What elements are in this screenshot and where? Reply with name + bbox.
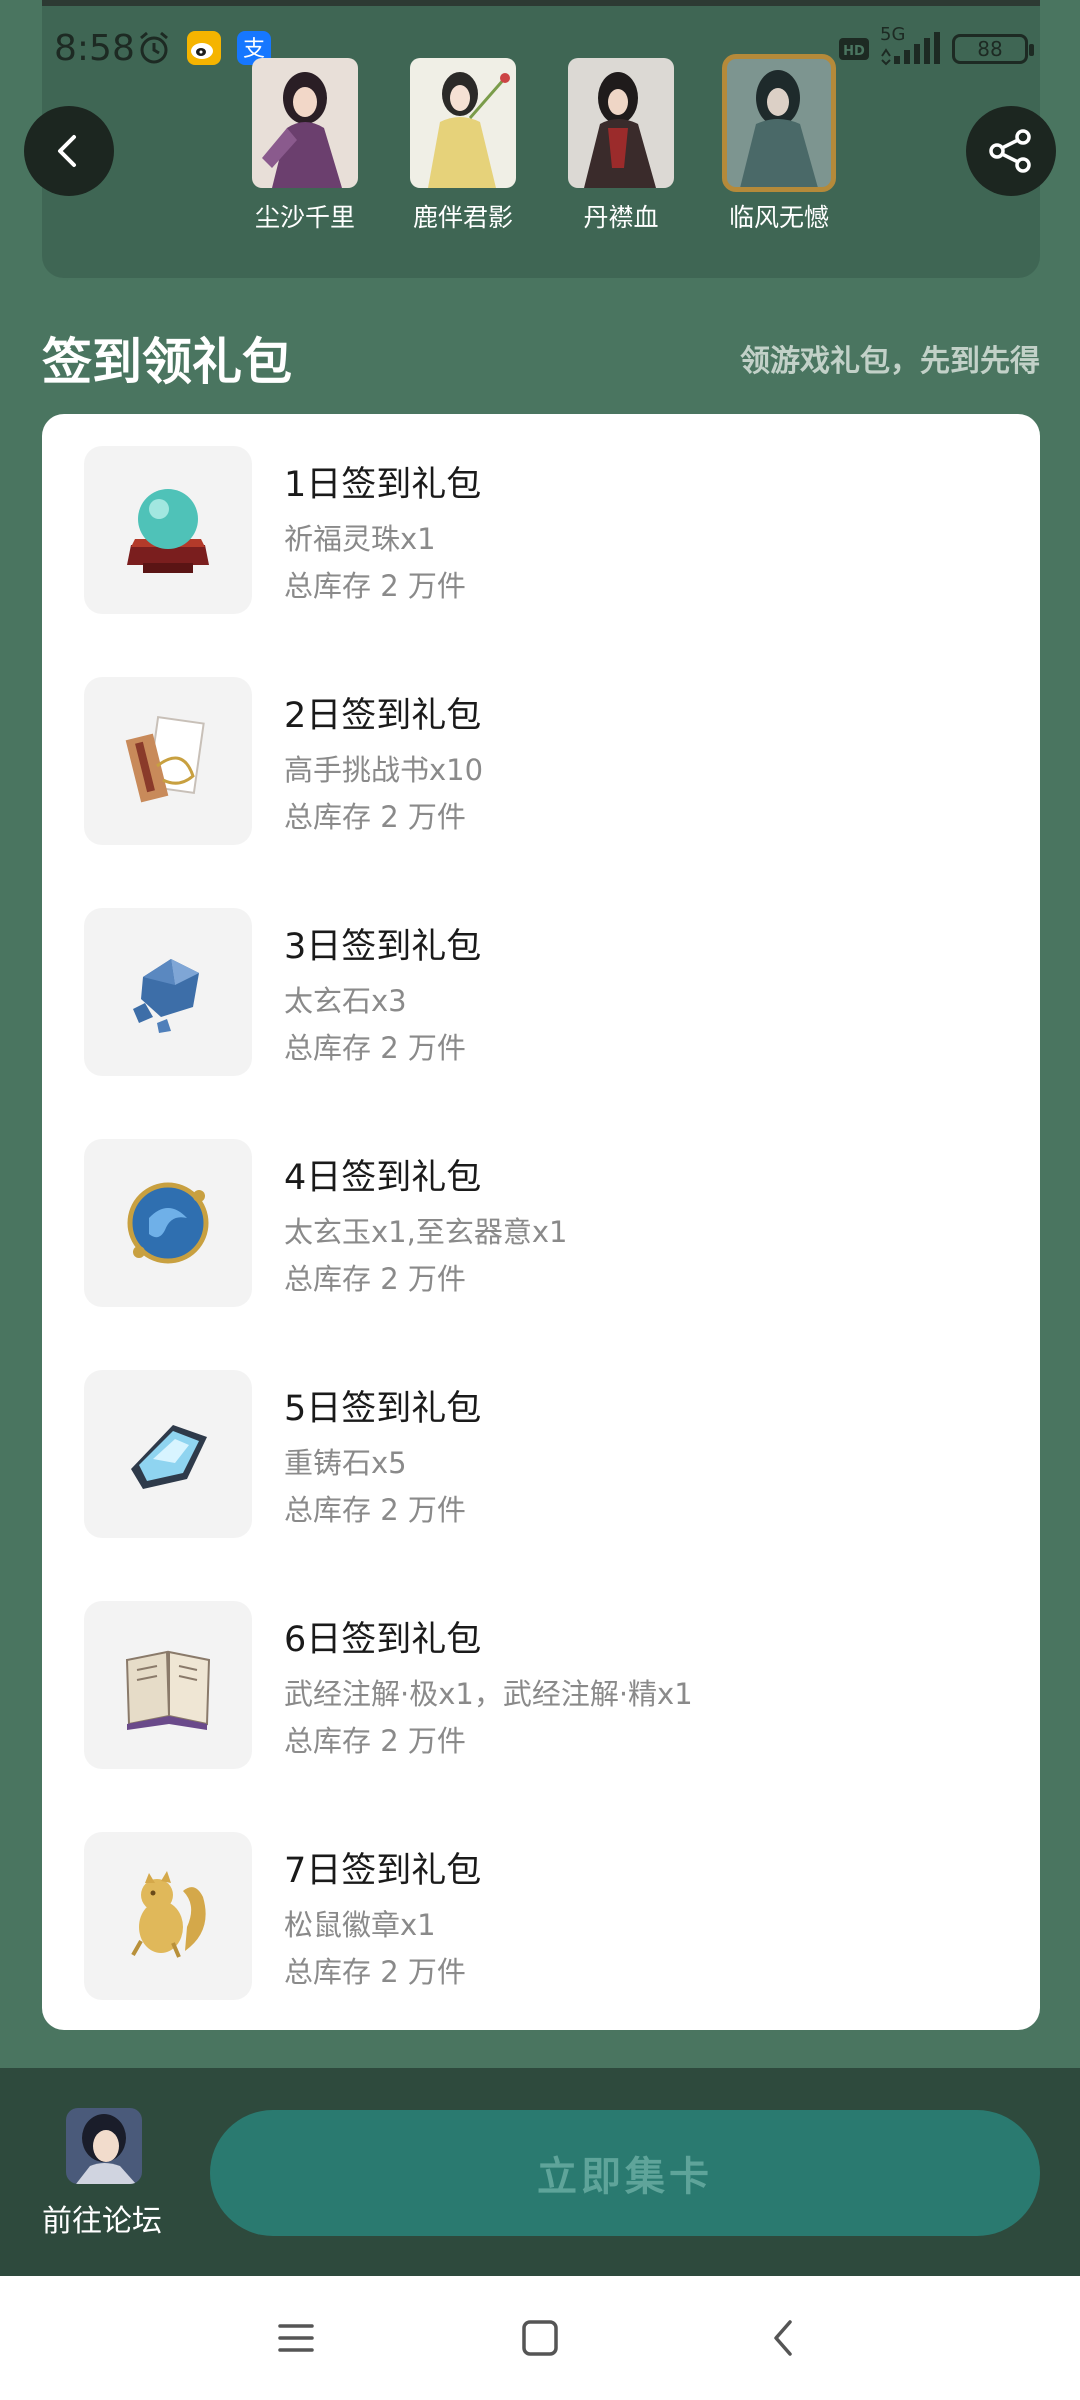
character-name: 丹襟血 [583,203,659,232]
character-portrait [410,58,516,188]
gift-item[interactable]: 5日签到礼包 重铸石x5 总库存 2 万件 [84,1370,1004,1540]
reforge-stone-icon [84,1370,252,1538]
gift-stock: 总库存 2 万件 [284,1955,466,1989]
forum-avatar[interactable] [66,2108,142,2184]
gift-stock: 总库存 2 万件 [284,1262,466,1296]
crystal-orb-icon [84,446,252,614]
gift-title: 7日签到礼包 [284,1851,482,1891]
character-portrait [252,58,358,188]
blue-stone-icon [84,908,252,1076]
gift-contents: 太玄石x3 [284,984,407,1018]
gift-item[interactable]: 7日签到礼包 松鼠徽章x1 总库存 2 万件 [84,1832,1004,2002]
collect-cards-button[interactable]: 立即集卡 [210,2110,1040,2236]
home-square-icon [522,2320,558,2356]
section-title: 签到领礼包 [42,333,292,391]
home-button[interactable] [518,2316,562,2360]
character-portrait [722,54,836,192]
character-tab-2[interactable]: 鹿伴君影 [410,58,516,234]
gift-stock: 总库存 2 万件 [284,1724,466,1758]
gift-contents: 高手挑战书x10 [284,753,484,787]
back-arrow-icon [774,2320,792,2356]
menu-button[interactable] [274,2316,318,2360]
battery-indicator: 88 [952,34,1034,64]
character-name: 临风无憾 [728,203,829,232]
gift-item[interactable]: 4日签到礼包 太玄玉x1,至玄器意x1 总库存 2 万件 [84,1139,1004,1309]
gift-stock: 总库存 2 万件 [284,1493,466,1527]
gift-item[interactable]: 3日签到礼包 太玄石x3 总库存 2 万件 [84,908,1004,1078]
back-button[interactable] [24,106,114,196]
gift-stock: 总库存 2 万件 [284,569,466,603]
status-time: 8:58 [54,28,135,69]
gift-contents: 祈福灵珠x1 [284,522,436,556]
gift-contents: 武经注解·极x1，武经注解·精x1 [284,1677,693,1711]
system-navigation-bar [0,2276,1080,2400]
forum-link[interactable]: 前往论坛 [42,2196,162,2240]
gift-contents: 重铸石x5 [284,1446,407,1480]
gift-item[interactable]: 6日签到礼包 武经注解·极x1，武经注解·精x1 总库存 2 万件 [84,1601,1004,1771]
section-subtitle: 领游戏礼包，先到先得 [740,344,1040,379]
squirrel-badge-icon [84,1832,252,2000]
alarm-icon [140,31,168,64]
character-name: 尘沙千里 [254,203,355,232]
top-strip [42,0,1040,6]
gift-title: 1日签到礼包 [284,465,482,505]
gift-contents: 太玄玉x1,至玄器意x1 [284,1215,568,1249]
chevron-left-icon [58,135,76,167]
gift-item[interactable]: 1日签到礼包 祈福灵珠x1 总库存 2 万件 [84,446,1004,616]
svg-text:HD: HD [843,44,865,59]
gift-stock: 总库存 2 万件 [284,800,466,834]
book-icon [84,1601,252,1769]
gift-item[interactable]: 2日签到礼包 高手挑战书x10 总库存 2 万件 [84,677,1004,847]
hd-icon: HD [839,38,869,60]
gift-title: 3日签到礼包 [284,927,482,967]
gift-title: 4日签到礼包 [284,1158,482,1198]
character-name: 鹿伴君影 [412,203,513,232]
character-tab-1[interactable]: 尘沙千里 [252,58,358,234]
gift-title: 6日签到礼包 [284,1620,482,1660]
share-button[interactable] [966,106,1056,196]
character-tab-3[interactable]: 丹襟血 [568,58,674,234]
character-tab-4[interactable]: 临风无憾 [722,54,836,234]
gift-title: 2日签到礼包 [284,696,482,736]
menu-icon [278,2324,314,2352]
status-bar: 8:58 支 HD 5G 88 [0,24,1080,74]
gift-stock: 总库存 2 万件 [284,1031,466,1065]
share-icon [989,129,1031,173]
weibo-icon [187,31,221,65]
gift-title: 5日签到礼包 [284,1389,482,1429]
gift-list-card: 1日签到礼包 祈福灵珠x1 总库存 2 万件 2日签到礼包 高手挑战书x10 总… [42,414,1040,2030]
gift-contents: 松鼠徽章x1 [284,1908,436,1942]
challenge-scroll-icon [84,677,252,845]
character-portrait [568,58,674,188]
signal-icon [881,32,940,66]
system-back-button[interactable] [762,2316,806,2360]
jade-orb-icon [84,1139,252,1307]
